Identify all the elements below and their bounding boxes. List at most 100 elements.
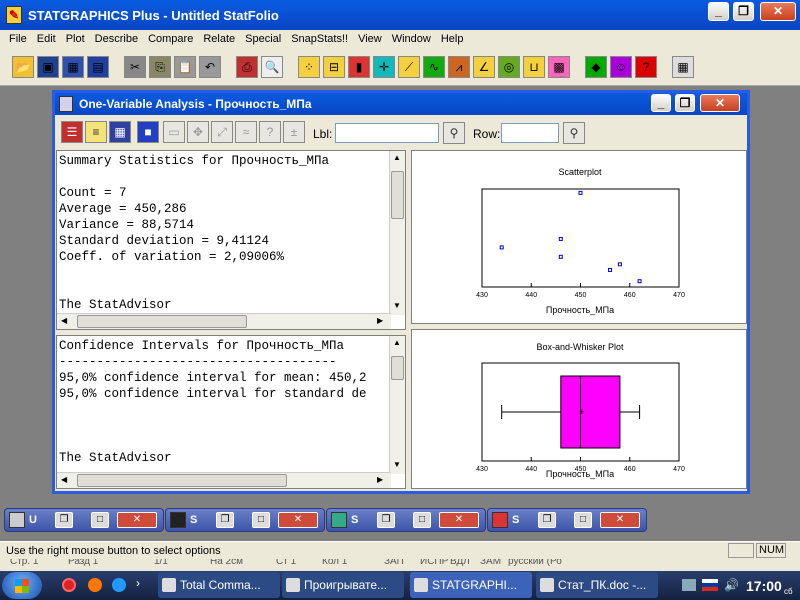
identify-icon[interactable]: ? (259, 121, 281, 143)
minimize-button[interactable]: _ (708, 2, 729, 21)
row-input[interactable] (501, 123, 559, 143)
quicklaunch-more-icon[interactable]: › (136, 576, 140, 590)
mdi-restore-button[interactable]: ❐ (538, 512, 556, 528)
smooth-icon[interactable]: ≈ (235, 121, 257, 143)
start-button[interactable] (2, 572, 42, 599)
summary-hscroll[interactable]: ◀ ▶ (57, 313, 391, 329)
print-preview-icon[interactable]: 🔍 (261, 56, 283, 78)
lbl-input[interactable] (335, 123, 439, 143)
taskbar-item[interactable]: Проигрывате... (282, 572, 404, 598)
clock[interactable]: 17:00 (746, 578, 782, 594)
mdi-restore-button[interactable]: ❐ (377, 512, 395, 528)
target-icon[interactable]: ✛ (373, 56, 395, 78)
ci-vthumb[interactable] (391, 356, 404, 380)
mdi-maximize-button[interactable]: □ (252, 512, 270, 528)
menu-relate[interactable]: Relate (198, 30, 240, 48)
ci-pane[interactable]: Confidence Intervals for Прочность_МПа --… (56, 335, 406, 489)
scroll-left-icon[interactable]: ◀ (61, 475, 67, 484)
menu-view[interactable]: View (353, 30, 387, 48)
summary-vthumb[interactable] (391, 171, 404, 219)
menu-compare[interactable]: Compare (143, 30, 198, 48)
save-icon[interactable]: ▣ (37, 56, 59, 78)
histogram-icon[interactable]: ▮ (348, 56, 370, 78)
boxplot-icon[interactable]: ⊟ (323, 56, 345, 78)
scatter-icon[interactable]: ⁘ (298, 56, 320, 78)
row-binoculars-icon[interactable]: ⚲ (563, 122, 585, 144)
restore-button[interactable]: ❐ (733, 2, 754, 21)
scroll-up-icon[interactable]: ▲ (393, 338, 401, 347)
menu-describe[interactable]: Describe (90, 30, 143, 48)
paste-icon[interactable]: 📋 (174, 56, 196, 78)
minimized-window[interactable]: S ❐ □ ✕ (165, 508, 325, 532)
regression-icon[interactable]: ⟋ (398, 56, 420, 78)
globe-icon[interactable]: ◎ (498, 56, 520, 78)
open-folder-icon[interactable]: 📂 (12, 56, 34, 78)
brush-icon[interactable]: ⤢ (211, 121, 233, 143)
mdi-maximize-button[interactable]: □ (574, 512, 592, 528)
child-minimize-button[interactable]: _ (651, 94, 671, 112)
calculator-icon[interactable]: ▦ (672, 56, 694, 78)
taskbar-item[interactable]: STATGRAPHI... (410, 572, 532, 598)
lbl-binoculars-icon[interactable]: ⚲ (443, 122, 465, 144)
print-icon[interactable]: ⎙ (236, 56, 258, 78)
taskbar-item[interactable]: Стат_ПК.doc -... (536, 572, 658, 598)
help-icon[interactable]: ? (635, 56, 657, 78)
network-icon[interactable] (682, 579, 696, 591)
minimized-window[interactable]: S ❐ □ ✕ (487, 508, 647, 532)
boxplot-pane[interactable]: Box-and-Whisker Plot 430 440 450 460 470 + П… (411, 329, 747, 489)
close-button[interactable]: ✕ (760, 2, 796, 21)
summary-hthumb[interactable] (77, 315, 247, 328)
cut-icon[interactable]: ✂ (124, 56, 146, 78)
mdi-maximize-button[interactable]: □ (413, 512, 431, 528)
menu-special[interactable]: Special (240, 30, 286, 48)
child-restore-button[interactable]: ❐ (675, 94, 695, 112)
ci-hscroll[interactable]: ◀ ▶ (57, 472, 391, 488)
menu-snapstats[interactable]: SnapStats!! (286, 30, 353, 48)
ie-icon[interactable] (112, 578, 126, 592)
save-results-icon[interactable]: ■ (137, 121, 159, 143)
analysis-options-icon[interactable]: ≡ (85, 121, 107, 143)
scroll-down-icon[interactable]: ▼ (393, 301, 401, 310)
ci-hthumb[interactable] (77, 474, 287, 487)
ci-vscroll[interactable]: ▲ ▼ (389, 336, 405, 474)
menu-help[interactable]: Help (436, 30, 469, 48)
statgraphics-icon[interactable]: ✎ (6, 6, 22, 24)
mdi-close-button[interactable]: ✕ (600, 512, 640, 528)
opera-icon[interactable] (62, 578, 76, 592)
steps-icon[interactable]: ⊔ (523, 56, 545, 78)
glm-icon[interactable]: ▩ (548, 56, 570, 78)
scroll-right-icon[interactable]: ▶ (377, 316, 383, 325)
mdi-restore-button[interactable]: ❐ (55, 512, 73, 528)
mdi-close-button[interactable]: ✕ (117, 512, 157, 528)
summary-pane[interactable]: Summary Statistics for Прочность_МПа Coun… (56, 150, 406, 330)
scroll-right-icon[interactable]: ▶ (377, 475, 383, 484)
undo-icon[interactable]: ↶ (199, 56, 221, 78)
line-chart-icon[interactable]: ∠ (473, 56, 495, 78)
mdi-close-button[interactable]: ✕ (278, 512, 318, 528)
scroll-down-icon[interactable]: ▼ (393, 460, 401, 469)
exclude-icon[interactable]: ▭ (163, 121, 185, 143)
menu-file[interactable]: File (4, 30, 32, 48)
menu-plot[interactable]: Plot (61, 30, 90, 48)
scatterplot-pane[interactable]: Scatterplot 430 440 450 460 470 Прочность_МП… (411, 150, 747, 324)
jitter-icon[interactable]: ✥ (187, 121, 209, 143)
child-close-button[interactable]: ✕ (700, 94, 740, 112)
volume-icon[interactable]: 🔊 (724, 578, 739, 592)
minimized-window[interactable]: U ❐ □ ✕ (4, 508, 164, 532)
minimized-window[interactable]: S ❐ □ ✕ (326, 508, 486, 532)
normal-curve-icon[interactable]: ⩘ (448, 56, 470, 78)
summary-vscroll[interactable]: ▲ ▼ (389, 151, 405, 315)
analysis-window-icon[interactable] (59, 96, 73, 112)
copy-icon[interactable]: ⎘ (149, 56, 171, 78)
spreadsheet-icon[interactable]: ▦ (62, 56, 84, 78)
save-data-icon[interactable]: ▤ (87, 56, 109, 78)
input-dialog-icon[interactable]: ☰ (61, 121, 83, 143)
scroll-left-icon[interactable]: ◀ (61, 316, 67, 325)
person-icon[interactable]: ☺ (610, 56, 632, 78)
mdi-close-button[interactable]: ✕ (439, 512, 479, 528)
graphs-icon[interactable]: ▦ (109, 121, 131, 143)
language-flag-icon[interactable] (702, 579, 718, 591)
mdi-restore-button[interactable]: ❐ (216, 512, 234, 528)
menu-edit[interactable]: Edit (32, 30, 61, 48)
taskbar-item[interactable]: Total Comma... (158, 572, 280, 598)
